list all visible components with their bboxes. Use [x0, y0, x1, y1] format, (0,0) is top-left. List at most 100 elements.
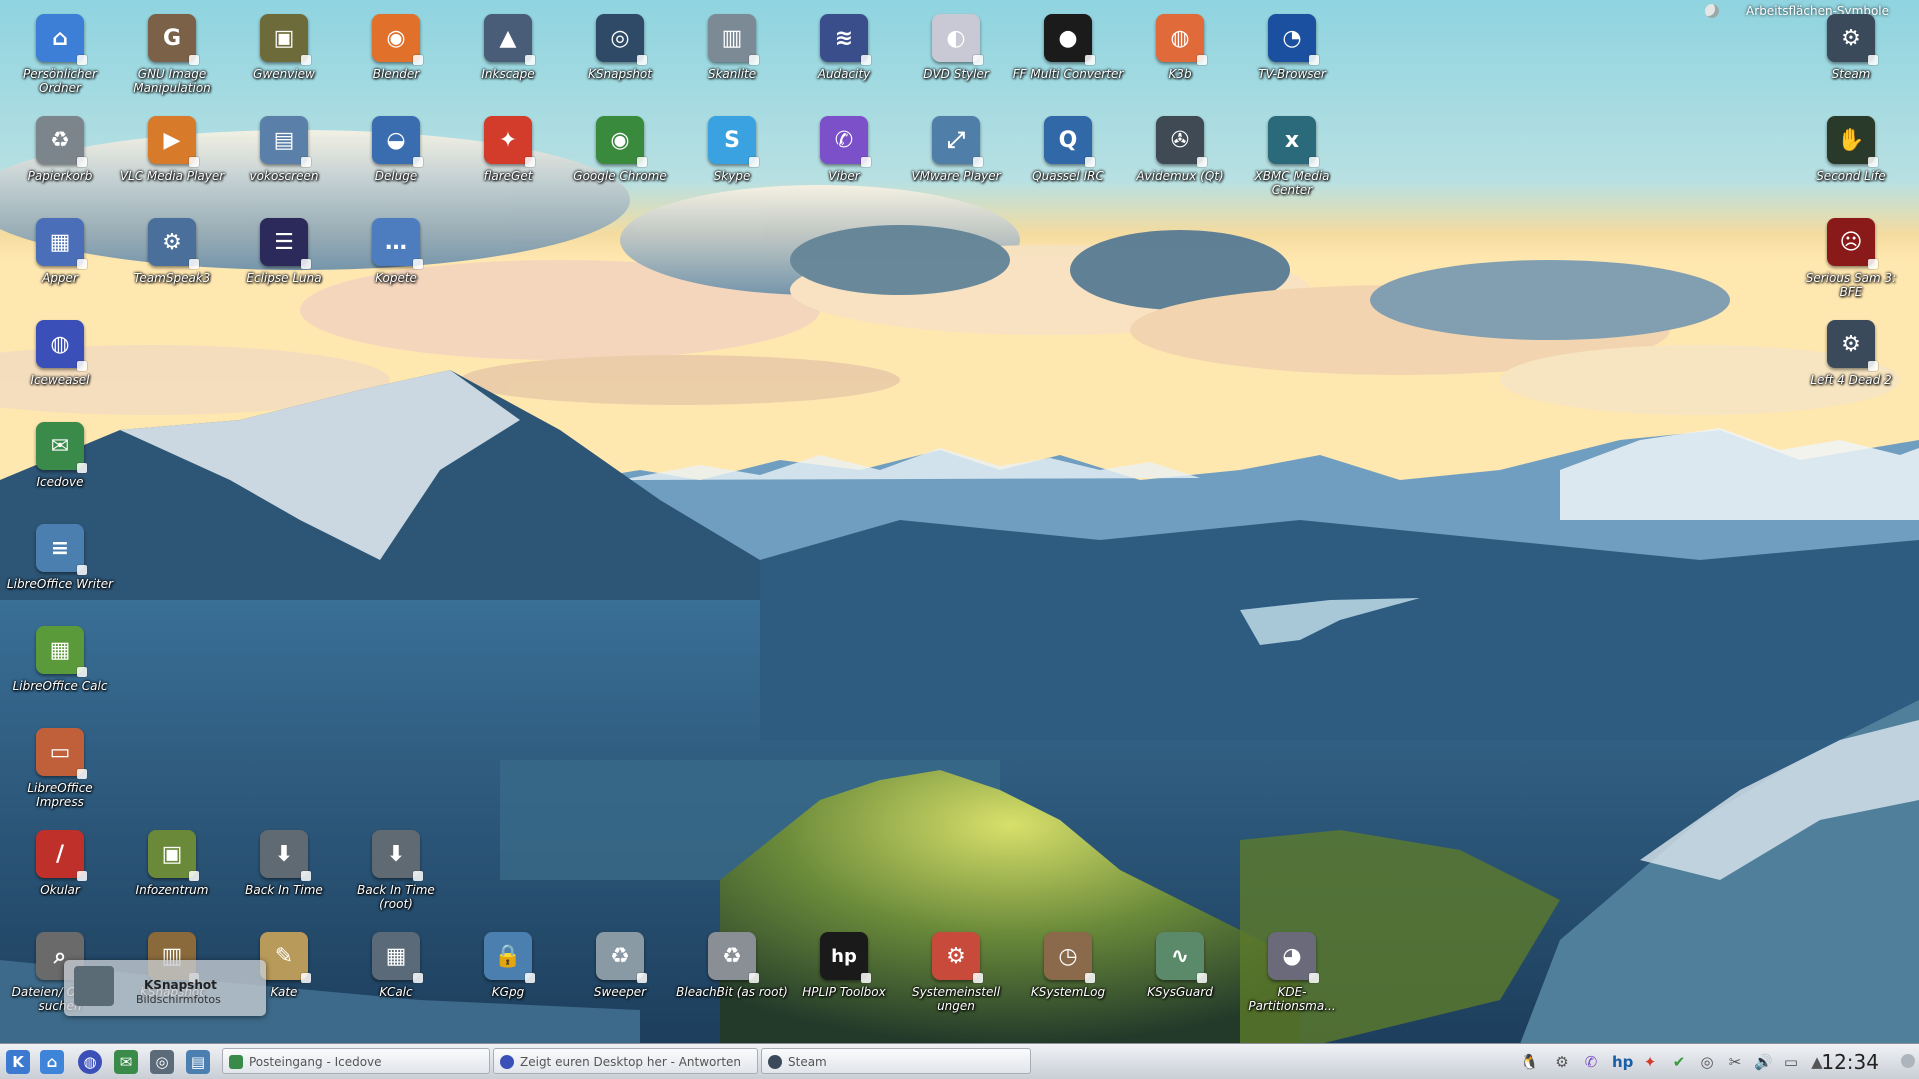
- desktop-icon-ff-multi-converter[interactable]: ● FF Multi Converter: [1012, 14, 1124, 112]
- icedove-launcher-icon[interactable]: ✉: [114, 1050, 138, 1074]
- desktop-icon-vokoscreen[interactable]: ▤ vokoscreen: [228, 116, 340, 214]
- update-tray-icon[interactable]: ✔: [1670, 1053, 1688, 1071]
- desktop-icon-teamspeak3[interactable]: ⚙ TeamSpeak3: [116, 218, 228, 316]
- desktop-icon-label: KGpg: [491, 985, 525, 999]
- hplip-toolbox-icon: hp: [820, 932, 871, 983]
- icon-tooltip: KSnapshot Bildschirmfotos: [64, 960, 266, 1016]
- gwenview-icon: ▣: [260, 14, 311, 65]
- desktop-icon-tv-browser[interactable]: ◔ TV-Browser: [1236, 14, 1348, 112]
- desktop-icon-label: Google Chrome: [573, 169, 667, 183]
- volume-tray-icon[interactable]: 🔊: [1754, 1053, 1773, 1071]
- desktop-icon-gwenview[interactable]: ▣ Gwenview: [228, 14, 340, 112]
- desktop-icon-deluge[interactable]: ◒ Deluge: [340, 116, 452, 214]
- desktop-icon-libreoffice-impress[interactable]: ▭ LibreOffice Impress: [4, 728, 116, 826]
- desktop-icon-systemeinstellungen[interactable]: ⚙ Systemeinstell ungen: [900, 932, 1012, 1030]
- desktop-icon-kde-partitionsmanager[interactable]: ◕ KDE-Partitionsma...: [1236, 932, 1348, 1030]
- home-folder-launcher-icon[interactable]: ⌂: [40, 1050, 64, 1074]
- desktop-icon-kcalc[interactable]: ▦ KCalc: [340, 932, 452, 1030]
- desktop-icon-label: LibreOffice Calc: [12, 679, 108, 693]
- desktop-icon-label: Back In Time (root): [357, 883, 435, 911]
- iceweasel-task-icon: [500, 1055, 514, 1069]
- desktop-icon-infozentrum[interactable]: ▣ Infozentrum: [116, 830, 228, 928]
- desktop-icon-label: Inkscape: [481, 67, 535, 81]
- task-steam[interactable]: Steam: [761, 1048, 1031, 1074]
- desktop-icon-flareget[interactable]: ✦ flareGet: [452, 116, 564, 214]
- desktop-icon-persoenlicher-ordner[interactable]: ⌂ Persönlicher Ordner: [4, 14, 116, 112]
- desktop-icon-label: Eclipse Luna: [246, 271, 322, 285]
- desktop-icon-steam[interactable]: ⚙ Steam: [1795, 14, 1907, 112]
- desktop-icon-dvd-styler[interactable]: ◐ DVD Styler: [900, 14, 1012, 112]
- desktop-icon-bleachbit-root[interactable]: ♻ BleachBit (as root): [676, 932, 788, 1030]
- ksnapshot-launcher-icon[interactable]: ◎: [150, 1050, 174, 1074]
- task-zeigt-euren-desktop[interactable]: Zeigt euren Desktop her - Antworten: [493, 1048, 758, 1074]
- steam-tray-icon[interactable]: ⚙: [1553, 1053, 1571, 1071]
- desktop-icon-vmware-player[interactable]: ⤢ VMware Player: [900, 116, 1012, 214]
- desktop-icon-xbmc[interactable]: x XBMC Media Center: [1236, 116, 1348, 214]
- desktop-icon-viber[interactable]: ✆ Viber: [788, 116, 900, 214]
- desktop-icon-icedove[interactable]: ✉ Icedove: [4, 422, 116, 520]
- folderview-toolbox-icon[interactable]: [1705, 4, 1719, 18]
- network-tray-icon[interactable]: ◎: [1698, 1053, 1716, 1071]
- desktop-icon-skanlite[interactable]: ▥ Skanlite: [676, 14, 788, 112]
- infozentrum-icon: ▣: [148, 830, 199, 881]
- desktop-icon-audacity[interactable]: ≋ Audacity: [788, 14, 900, 112]
- desktop-icon-hplip-toolbox[interactable]: hp HPLIP Toolbox: [788, 932, 900, 1030]
- desktop-icon-serious-sam[interactable]: ☹ Serious Sam 3: BFE: [1795, 218, 1907, 316]
- desktop-icon-iceweasel[interactable]: ◍ Iceweasel: [4, 320, 116, 418]
- task-posteingang-icedove[interactable]: Posteingang - Icedove: [222, 1048, 490, 1074]
- desktop-icon-quassel-irc[interactable]: Q Quassel IRC: [1012, 116, 1124, 214]
- desktop-icon-back-in-time[interactable]: ⬇ Back In Time: [228, 830, 340, 928]
- display-tray-icon[interactable]: ▭: [1782, 1053, 1800, 1071]
- systemeinstellungen-icon: ⚙: [932, 932, 983, 983]
- skanlite-icon: ▥: [708, 14, 759, 65]
- hp-tray-icon[interactable]: hp: [1612, 1053, 1633, 1071]
- kate-icon: ✎: [260, 932, 311, 983]
- desktop-icon-gimp[interactable]: G GNU Image Manipulation: [116, 14, 228, 112]
- clock[interactable]: 12:34: [1821, 1050, 1879, 1074]
- desktop-icon-vlc[interactable]: ▶ VLC Media Player: [116, 116, 228, 214]
- desktop-icon-left-4-dead-2[interactable]: ⚙ Left 4 Dead 2: [1795, 320, 1907, 418]
- desktop-icon-libreoffice-calc[interactable]: ▦ LibreOffice Calc: [4, 626, 116, 724]
- second-life-icon: ✋: [1827, 116, 1878, 167]
- desktop-icon-label: Blender: [372, 67, 420, 81]
- iceweasel-launcher-icon[interactable]: ◍: [78, 1050, 102, 1074]
- desktop-icon-skype[interactable]: S Skype: [676, 116, 788, 214]
- desktop-icon-back-in-time-root[interactable]: ⬇ Back In Time (root): [340, 830, 452, 928]
- viber-tray-icon[interactable]: ✆: [1582, 1053, 1600, 1071]
- desktop-icon-google-chrome[interactable]: ◉ Google Chrome: [564, 116, 676, 214]
- desktop-icon-label: Serious Sam 3: BFE: [1805, 271, 1897, 299]
- desktop-icon-ksysguard[interactable]: ∿ KSysGuard: [1124, 932, 1236, 1030]
- klipper-tray-icon[interactable]: ✂: [1726, 1053, 1744, 1071]
- desktop-icon-eclipse-luna[interactable]: ☰ Eclipse Luna: [228, 218, 340, 316]
- desktop-icon-second-life[interactable]: ✋ Second Life: [1795, 116, 1907, 214]
- tux-icon[interactable]: 🐧: [1520, 1053, 1539, 1071]
- desktop-icon-ksystemlog[interactable]: ◷ KSystemLog: [1012, 932, 1124, 1030]
- desktop-icon-blender[interactable]: ◉ Blender: [340, 14, 452, 112]
- tooltip-subtitle: Bildschirmfotos: [136, 993, 221, 1006]
- kde-menu-launcher-icon[interactable]: K: [6, 1050, 30, 1074]
- desktop-icon-apper[interactable]: ▦ Apper: [4, 218, 116, 316]
- iceweasel-icon: ◍: [36, 320, 87, 371]
- desktop-icon-libreoffice-writer[interactable]: ≡ LibreOffice Writer: [4, 524, 116, 622]
- desktop-icon-avidemux[interactable]: ✇ Avidemux (Qt): [1124, 116, 1236, 214]
- desktop-icon-kgpg[interactable]: 🔒 KGpg: [452, 932, 564, 1030]
- desktop-icon-inkscape[interactable]: ▲ Inkscape: [452, 14, 564, 112]
- desktop-icon-label: Skype: [713, 169, 751, 183]
- desktop-icon-label: Sweeper: [593, 985, 647, 999]
- flareget-tray-icon[interactable]: ✦: [1641, 1053, 1659, 1071]
- panel-toolbox-icon[interactable]: [1901, 1054, 1915, 1068]
- desktop-icon-label: KCalc: [379, 985, 413, 999]
- desktop-icon-k3b[interactable]: ◍ K3b: [1124, 14, 1236, 112]
- desktop-icon-okular[interactable]: / Okular: [4, 830, 116, 928]
- desktop-icon-sweeper[interactable]: ♻ Sweeper: [564, 932, 676, 1030]
- desktop-icon-papierkorb[interactable]: ♻ Papierkorb: [4, 116, 116, 214]
- back-in-time-icon: ⬇: [260, 830, 311, 881]
- ff-multi-converter-icon: ●: [1044, 14, 1095, 65]
- desktop-icon-label: VLC Media Player: [119, 169, 225, 183]
- desktop-icon-label: vokoscreen: [249, 169, 319, 183]
- desktop-icon-ksnapshot[interactable]: ◎ KSnapshot: [564, 14, 676, 112]
- desktop-icon-label: Viber: [828, 169, 860, 183]
- desktop-switcher-icon[interactable]: ▤: [186, 1050, 210, 1074]
- desktop-icon-kopete[interactable]: … Kopete: [340, 218, 452, 316]
- ksnapshot-tooltip-icon: [74, 966, 114, 1006]
